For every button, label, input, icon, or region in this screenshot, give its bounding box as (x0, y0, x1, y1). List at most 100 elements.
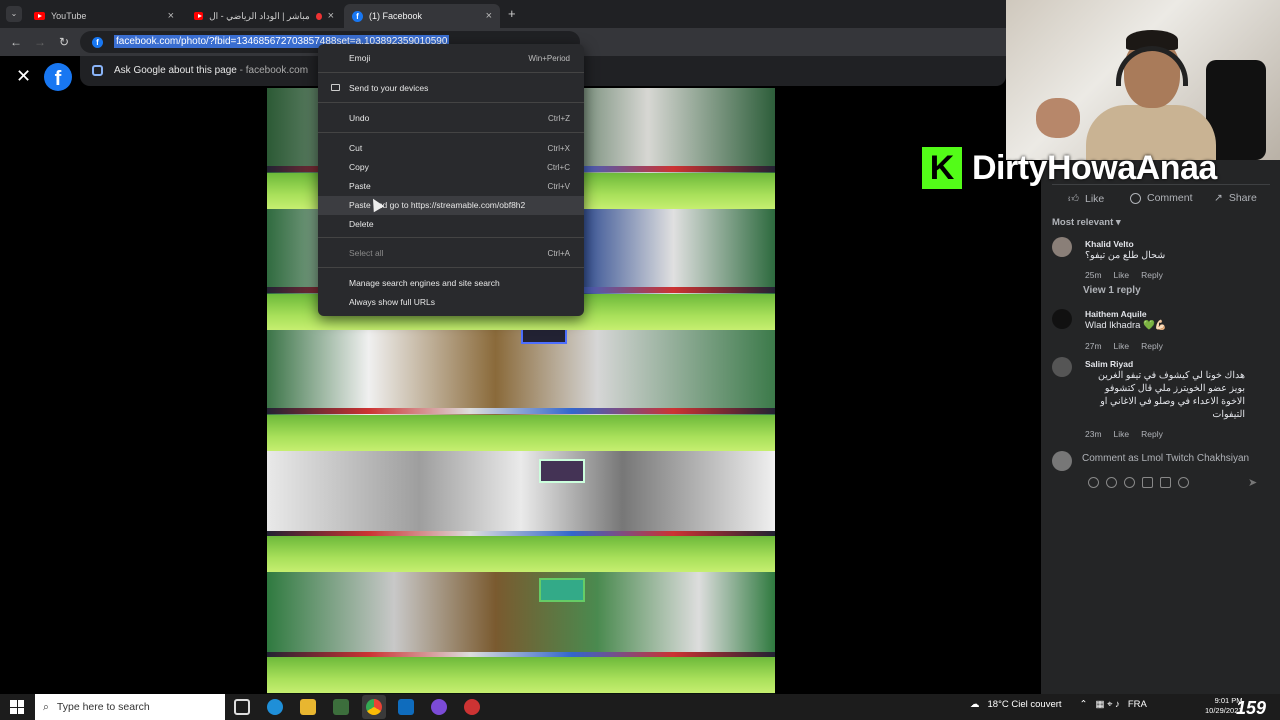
close-icon[interactable]: × (168, 10, 174, 22)
menu-item-delete[interactable]: Delete (318, 215, 584, 234)
close-icon[interactable]: × (328, 10, 334, 22)
comment-meta: 27m Like Reply (1085, 341, 1163, 351)
emoji-icon[interactable] (1124, 477, 1135, 488)
streamer-brand: K DirtyHowaAnaa (922, 147, 1217, 189)
weather-cloud-icon: ☁ (970, 699, 980, 710)
menu-item-label: Undo (349, 113, 370, 123)
comment-icon (1130, 192, 1141, 204)
menu-item-label: Copy (349, 162, 369, 172)
comment-author[interactable]: Haithem Aquile (1085, 309, 1167, 319)
menu-item-copy[interactable]: Copy Ctrl+C (318, 158, 584, 177)
camera-icon[interactable] (1142, 477, 1153, 488)
comment-item: Khalid Velto شحال طلع من تيفو؟ 25m Like … (1052, 237, 1272, 281)
close-icon[interactable]: ✕ (16, 66, 31, 87)
comment-meta: 25m Like Reply (1085, 270, 1163, 280)
menu-item-label: Manage search engines and site search (349, 278, 500, 288)
menu-item-label: Paste (349, 181, 371, 191)
comment-reply[interactable]: Reply (1141, 270, 1163, 280)
file-explorer-icon[interactable] (300, 699, 316, 715)
comment-like[interactable]: Like (1114, 270, 1130, 280)
avatar[interactable] (1052, 309, 1072, 329)
comment-reply[interactable]: Reply (1141, 429, 1163, 439)
menu-item-send-to-devices[interactable]: Send to your devices (318, 79, 584, 98)
chevron-up-icon[interactable]: ⌃ (1080, 699, 1088, 710)
close-icon[interactable]: × (486, 10, 492, 22)
menu-item-label: Emoji (349, 53, 371, 63)
menu-item-show-full-urls[interactable]: Always show full URLs (318, 293, 584, 312)
comment-time[interactable]: 27m (1085, 341, 1102, 351)
comment-meta: 23m Like Reply (1085, 429, 1163, 439)
menu-item-emoji[interactable]: Emoji Win+Period (318, 49, 584, 68)
comment-like[interactable]: Like (1114, 429, 1130, 439)
tab-facebook[interactable]: f (1) Facebook × (344, 4, 500, 28)
store-icon[interactable] (333, 699, 349, 715)
forward-icon[interactable]: → (30, 32, 50, 52)
tab-title: بث مباشر | الوداد الرياضي - ال... (209, 10, 310, 21)
view-replies-link[interactable]: View 1 reply (1083, 285, 1141, 296)
comment-time[interactable]: 25m (1085, 270, 1102, 280)
tab-youtube[interactable]: YouTube × (26, 4, 182, 28)
menu-item-select-all[interactable]: Select all Ctrl+A (318, 244, 584, 263)
comment-text: شحال طلع من تيفو؟ (1085, 250, 1166, 261)
menu-item-undo[interactable]: Undo Ctrl+Z (318, 109, 584, 128)
facebook-logo-icon[interactable]: f (44, 63, 72, 91)
comment-composer: Comment as Lmol Twitch Chakhsiyan ➤ (1052, 448, 1272, 498)
weather-text[interactable]: 18°C Ciel couvert (988, 699, 1062, 710)
new-tab-button[interactable]: + (508, 6, 516, 21)
comment-input[interactable]: Comment as Lmol Twitch Chakhsiyan (1082, 453, 1249, 464)
send-icon[interactable]: ➤ (1248, 476, 1257, 489)
ask-google-label: Ask Google about this page (114, 65, 237, 76)
obs-icon[interactable] (431, 699, 447, 715)
avatar-sticker-icon[interactable] (1088, 477, 1099, 488)
youtube-icon (194, 12, 204, 20)
back-icon[interactable]: ← (6, 32, 26, 52)
comment-like[interactable]: Like (1114, 341, 1130, 351)
language-indicator[interactable]: FRA (1128, 699, 1147, 710)
comment-item: Haithem Aquile Wlad lkhadra 💚💪🏻 27m Like… (1052, 307, 1272, 351)
menu-item-paste[interactable]: Paste Ctrl+V (318, 177, 584, 196)
outlook-icon[interactable] (398, 699, 414, 715)
menu-item-shortcut: Ctrl+A (547, 249, 570, 258)
share-button[interactable]: ↗ Share (1214, 192, 1257, 204)
windows-start-icon[interactable] (10, 700, 24, 714)
like-label: Like (1084, 192, 1105, 205)
menu-item-manage-search-engines[interactable]: Manage search engines and site search (318, 274, 584, 293)
task-view-icon[interactable] (234, 699, 250, 715)
tab-title: YouTube (51, 11, 87, 21)
menu-item-paste-and-go[interactable]: Paste and go to https://streamable.com/o… (318, 196, 584, 215)
comment-button[interactable]: Comment (1130, 192, 1193, 204)
comment-bubble: Haithem Aquile Wlad lkhadra 💚💪🏻 (1085, 309, 1167, 332)
taskbar-search[interactable]: ⌕ Type here to search (35, 694, 225, 720)
tab-search-button[interactable]: ⌄ (6, 6, 22, 22)
sticker-icon[interactable] (1106, 477, 1117, 488)
comment-author[interactable]: Salim Riyad (1085, 359, 1245, 369)
chrome-taskbar-button[interactable] (362, 695, 386, 719)
gif-icon[interactable] (1160, 477, 1171, 488)
comment-label: Comment (1147, 192, 1193, 204)
facebook-icon: f (352, 10, 363, 22)
like-button[interactable]: 👍︎ Like (1068, 192, 1105, 206)
ask-google-domain: - facebook.com (239, 65, 309, 76)
comment-bubble: Salim Riyad هداك خونا لي كيشوف في تيفو ا… (1085, 359, 1245, 421)
context-menu: Emoji Win+Period Send to your devices Un… (318, 44, 584, 316)
comment-time[interactable]: 23m (1085, 429, 1102, 439)
menu-divider (318, 237, 584, 238)
devices-icon (331, 84, 340, 91)
recorder-icon[interactable] (464, 699, 480, 715)
sticker-pack-icon[interactable] (1178, 477, 1189, 488)
tray-app-icons[interactable]: ▦ ⌖ ♪ (1096, 699, 1120, 710)
ask-google-suggestion[interactable]: Ask Google about this page - facebook.co… (114, 65, 308, 76)
comment-author[interactable]: Khalid Velto (1085, 239, 1165, 249)
system-tray: ☁ 18°C Ciel couvert ⌃ ▦ ⌖ ♪ FRA (970, 699, 1147, 710)
tab-livestream[interactable]: بث مباشر | الوداد الرياضي - ال... × (186, 4, 342, 28)
kick-logo-icon: K (922, 147, 962, 189)
edge-icon[interactable] (267, 699, 283, 715)
comment-reply[interactable]: Reply (1141, 341, 1163, 351)
menu-item-cut[interactable]: Cut Ctrl+X (318, 139, 584, 158)
avatar[interactable] (1052, 237, 1072, 257)
reload-icon[interactable]: ↻ (54, 32, 74, 52)
share-label: Share (1228, 192, 1257, 204)
avatar[interactable] (1052, 357, 1072, 377)
comment-sort-dropdown[interactable]: Most relevant ▾ (1052, 217, 1121, 228)
google-lens-icon (92, 65, 103, 76)
